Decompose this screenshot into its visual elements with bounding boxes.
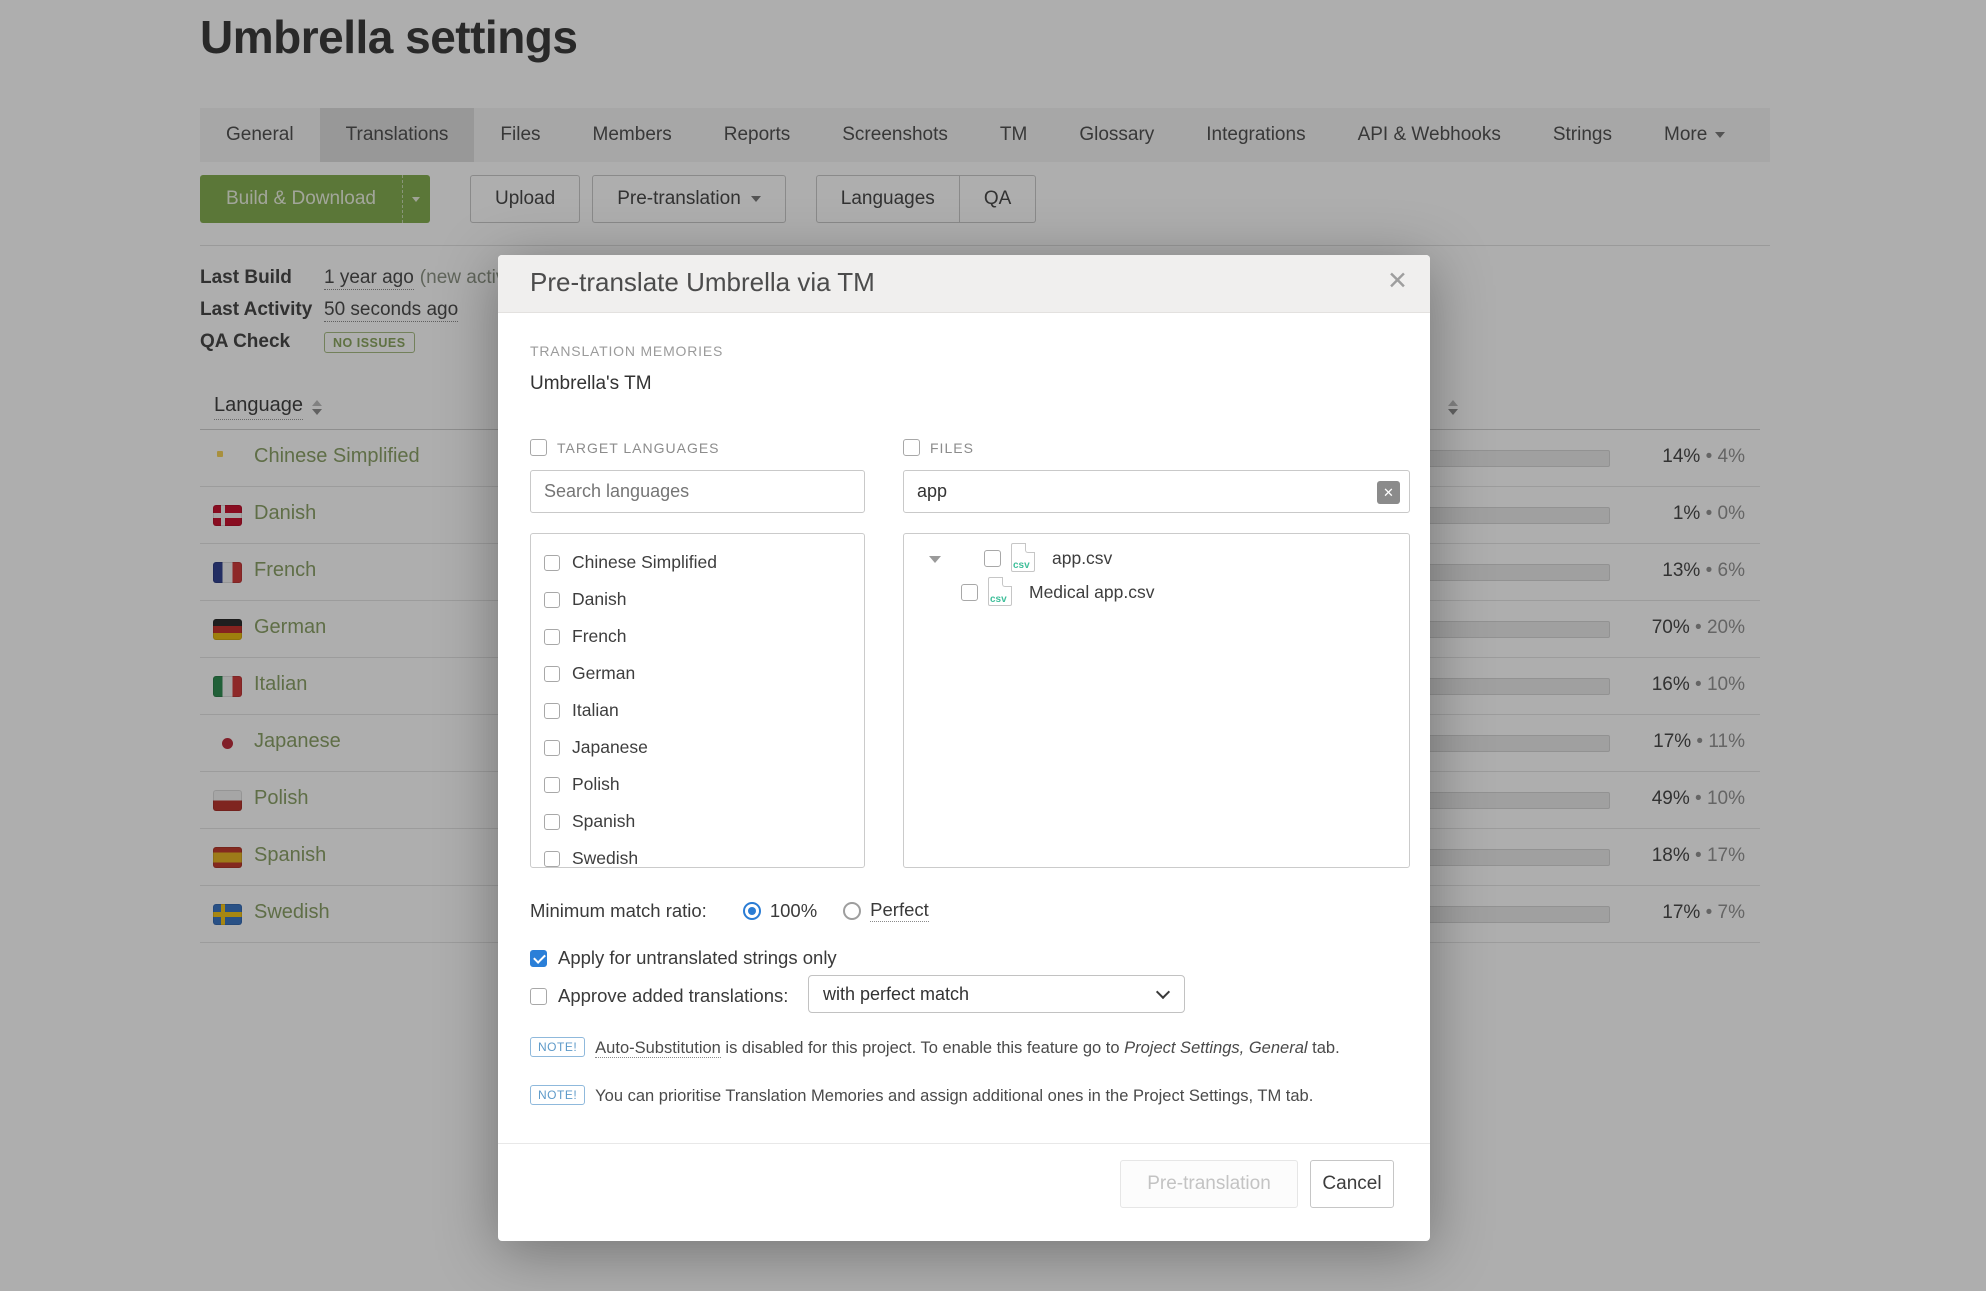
file-name[interactable]: app.csv — [1052, 548, 1112, 569]
approve-translations-checkbox[interactable] — [530, 988, 547, 1005]
language-option-checkbox[interactable] — [544, 629, 560, 645]
language-option-checkbox[interactable] — [544, 703, 560, 719]
note-prioritise-tm: NOTE!You can prioritise Translation Memo… — [530, 1087, 1390, 1107]
files-label: FILES — [930, 440, 974, 456]
dialog-title: Pre-translate Umbrella via TM — [530, 267, 875, 298]
language-option-label: Swedish — [572, 848, 638, 868]
pre-translate-dialog: Pre-translate Umbrella via TM ✕ TRANSLAT… — [498, 255, 1430, 1241]
note-badge: NOTE! — [530, 1037, 585, 1057]
collapse-icon[interactable] — [929, 556, 941, 563]
language-option[interactable]: Italian — [544, 692, 864, 729]
apply-untranslated-label: Apply for untranslated strings only — [558, 947, 837, 969]
target-languages-header: TARGET LANGUAGES — [530, 439, 720, 456]
file-name[interactable]: Medical app.csv — [1029, 582, 1154, 603]
target-languages-checkbox[interactable] — [530, 439, 547, 456]
language-option[interactable]: Polish — [544, 766, 864, 803]
target-languages-label: TARGET LANGUAGES — [557, 440, 720, 456]
match-ratio-label: Minimum match ratio: — [530, 900, 707, 922]
pre-translation-submit-button[interactable]: Pre-translation — [1120, 1160, 1298, 1208]
language-option-label: Japanese — [572, 737, 648, 758]
language-option[interactable]: Chinese Simplified — [544, 544, 864, 581]
approve-translations-label: Approve added translations: — [558, 985, 788, 1007]
files-tree[interactable]: csv app.csv csv Medical app.csv — [903, 533, 1410, 868]
language-option-label: Italian — [572, 700, 619, 721]
language-option-label: Chinese Simplified — [572, 552, 717, 573]
approve-translations-row[interactable]: Approve added translations: — [530, 985, 788, 1007]
language-option-label: German — [572, 663, 635, 684]
languages-listbox[interactable]: Chinese Simplified Danish French German … — [530, 533, 865, 868]
tm-section-label: TRANSLATION MEMORIES — [530, 343, 723, 359]
csv-file-icon: csv — [1011, 543, 1035, 572]
ratio-option-100[interactable]: 100% — [743, 900, 817, 922]
language-option-checkbox[interactable] — [544, 777, 560, 793]
language-option[interactable]: German — [544, 655, 864, 692]
auto-substitution-link[interactable]: Auto-Substitution — [595, 1039, 721, 1058]
language-option-checkbox[interactable] — [544, 851, 560, 867]
apply-untranslated-checkbox[interactable] — [530, 950, 547, 967]
language-option-checkbox[interactable] — [544, 740, 560, 756]
ratio-option-perfect[interactable]: Perfect — [843, 899, 929, 922]
language-option[interactable]: French — [544, 618, 864, 655]
language-option-label: French — [572, 626, 626, 647]
apply-untranslated-row[interactable]: Apply for untranslated strings only — [530, 947, 837, 969]
close-icon[interactable]: ✕ — [1387, 268, 1408, 296]
language-option-checkbox[interactable] — [544, 666, 560, 682]
radio-selected[interactable] — [743, 902, 761, 920]
csv-file-icon: csv — [988, 577, 1012, 606]
note-badge: NOTE! — [530, 1085, 585, 1105]
language-option[interactable]: Spanish — [544, 803, 864, 840]
search-languages-input[interactable] — [530, 470, 865, 513]
dialog-header: Pre-translate Umbrella via TM ✕ — [498, 255, 1430, 313]
footer-divider — [498, 1143, 1430, 1144]
cancel-button[interactable]: Cancel — [1310, 1160, 1394, 1208]
files-header: FILES — [903, 439, 974, 456]
match-ratio-row: Minimum match ratio: 100% Perfect — [530, 899, 929, 922]
chevron-down-icon — [1156, 985, 1170, 999]
file-checkbox[interactable] — [961, 584, 978, 601]
language-option[interactable]: Danish — [544, 581, 864, 618]
approve-mode-value: with perfect match — [823, 984, 969, 1005]
radio-unselected[interactable] — [843, 902, 861, 920]
file-checkbox[interactable] — [984, 550, 1001, 567]
approve-mode-select[interactable]: with perfect match — [808, 975, 1185, 1013]
page-root: Umbrella settings General Translations F… — [0, 0, 1986, 1291]
language-option-label: Polish — [572, 774, 620, 795]
language-option-checkbox[interactable] — [544, 814, 560, 830]
close-icon: ✕ — [1383, 485, 1394, 501]
note-auto-substitution: NOTE!Auto-Substitution is disabled for t… — [530, 1039, 1390, 1059]
language-option-checkbox[interactable] — [544, 555, 560, 571]
tm-name: Umbrella's TM — [530, 373, 652, 395]
clear-filter-button[interactable]: ✕ — [1377, 481, 1400, 504]
files-filter-value: app — [917, 481, 947, 502]
language-option-checkbox[interactable] — [544, 592, 560, 608]
language-option[interactable]: Swedish — [544, 840, 864, 868]
language-option-label: Spanish — [572, 811, 635, 832]
files-checkbox[interactable] — [903, 439, 920, 456]
language-option-label: Danish — [572, 589, 626, 610]
files-filter-input[interactable]: app ✕ — [903, 470, 1410, 513]
language-option[interactable]: Japanese — [544, 729, 864, 766]
